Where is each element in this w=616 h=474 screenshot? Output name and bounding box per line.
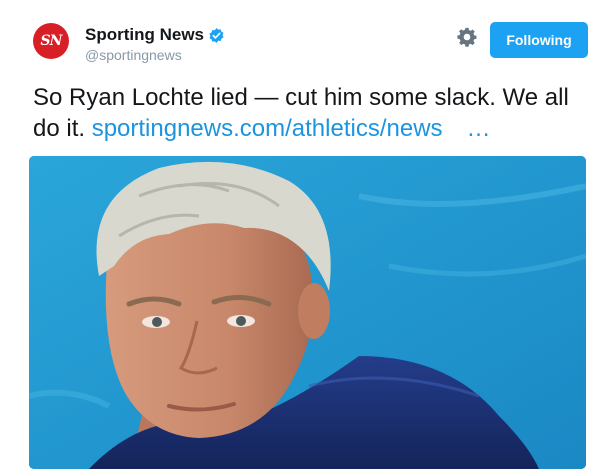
tweet-ellipsis[interactable]: … [467, 115, 491, 142]
photo-illustration [29, 156, 586, 469]
avatar[interactable]: SN [33, 23, 69, 59]
verified-badge-icon [209, 27, 224, 43]
tweet-text: So Ryan Lochte lied — cut him some slack… [33, 82, 593, 144]
following-button[interactable]: Following [490, 22, 588, 58]
user-info: Sporting News @sportingnews [85, 24, 225, 63]
tweet-photo[interactable] [29, 156, 586, 469]
avatar-logo-text: SN [40, 33, 63, 49]
user-handle[interactable]: @sportingnews [85, 47, 225, 63]
tweet-header: SN Sporting News @sportingnews Following [33, 22, 593, 68]
name-row: Sporting News [85, 24, 225, 46]
gear-icon[interactable] [456, 26, 478, 48]
tweet-card: SN Sporting News @sportingnews Following… [0, 0, 616, 474]
tweet-link[interactable]: sportingnews.com/athletics/news [92, 115, 443, 142]
display-name[interactable]: Sporting News [85, 25, 204, 45]
